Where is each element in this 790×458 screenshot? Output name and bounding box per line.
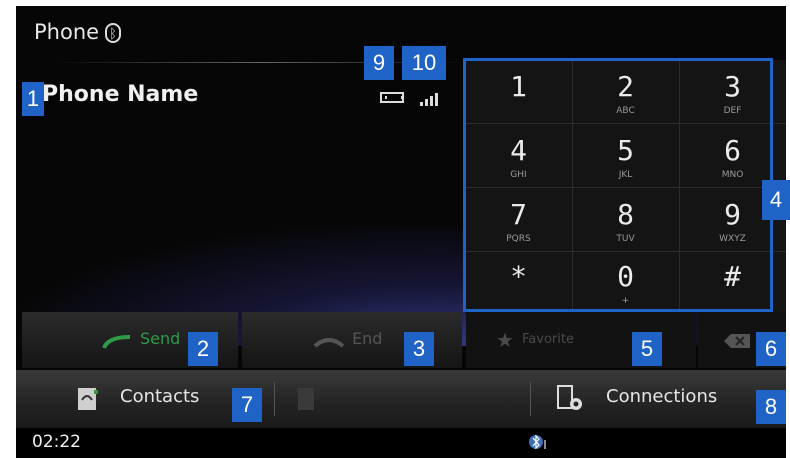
hangup-icon: [313, 338, 345, 348]
tab-divider: [274, 382, 275, 416]
bluetooth-audio-icon: [529, 434, 546, 450]
keypad-highlight: [463, 58, 773, 312]
callout-8: 8: [756, 390, 786, 424]
page-title: Phone ᛒ: [34, 20, 122, 44]
contacts-icon: [78, 388, 98, 410]
send-label: Send: [140, 329, 181, 348]
tab-connections[interactable]: Connections: [532, 370, 786, 428]
callout-5: 5: [632, 332, 662, 366]
clock: 02:22: [32, 432, 81, 452]
callout-7: 7: [232, 388, 262, 422]
contacts-label: Contacts: [120, 386, 200, 407]
phone-name: Phone Name: [42, 82, 199, 107]
connections-icon: [557, 385, 582, 410]
callout-2: 2: [188, 332, 218, 366]
page-title-text: Phone: [34, 20, 100, 44]
callout-9: 9: [364, 46, 394, 80]
callout-1: 1: [22, 82, 44, 116]
tab-disabled[interactable]: [276, 370, 530, 428]
battery-icon: [380, 92, 404, 103]
star-icon: ★: [496, 328, 514, 352]
status-bar: 02:22: [16, 428, 786, 458]
callout-4: 4: [762, 180, 790, 220]
backspace-icon: [724, 334, 750, 348]
callout-3: 3: [404, 332, 434, 366]
bottom-tab-bar: Contacts Connections: [16, 370, 786, 428]
bluetooth-icon: ᛒ: [105, 23, 122, 43]
end-label: End: [352, 329, 383, 348]
connections-label: Connections: [606, 386, 718, 407]
callout-10: 10: [402, 46, 446, 80]
favorite-label: Favorite: [522, 332, 574, 347]
callout-6: 6: [756, 332, 786, 366]
document-icon: [298, 388, 314, 410]
tab-divider: [530, 382, 531, 416]
signal-icon: [420, 92, 444, 106]
handset-icon: [102, 335, 131, 349]
